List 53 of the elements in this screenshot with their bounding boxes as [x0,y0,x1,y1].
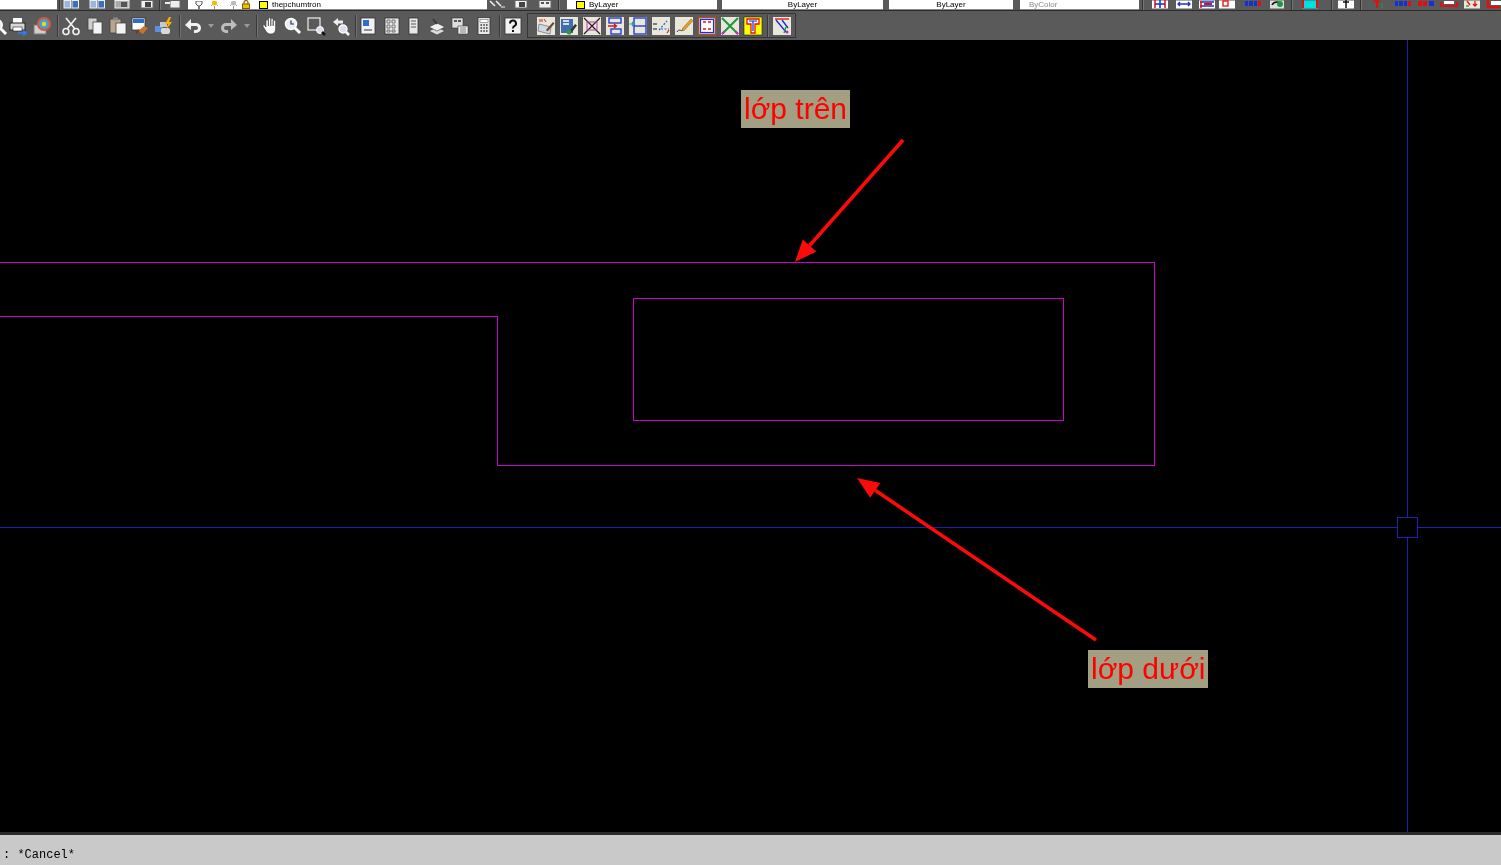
dashed-lines-icon[interactable] [651,15,671,36]
brush-icon[interactable] [559,15,579,36]
stacked-grid-icon[interactable] [450,15,470,36]
target-icon[interactable] [32,15,52,36]
document-icon[interactable] [137,0,157,10]
clipboard-icon[interactable] [108,15,128,36]
document-icon[interactable] [535,0,555,10]
property-dropdown[interactable]: ByLayer [889,0,1013,10]
paintbrush-icon[interactable] [130,15,150,36]
lines-icon[interactable] [487,0,507,10]
scissors-icon[interactable] [61,15,81,36]
lightning-icon[interactable] [154,15,174,36]
framed-box-icon[interactable] [697,15,717,36]
cross-icon[interactable] [720,15,740,36]
slanted-lines-icon[interactable] [772,15,792,36]
pen-icon[interactable] [536,15,556,36]
windows-icon[interactable] [87,0,107,10]
arrow-magnifier-icon[interactable] [331,15,351,36]
dropdown-field[interactable] [0,0,57,10]
callout-label: lớp dưới [1088,650,1209,688]
windows-icon[interactable] [61,0,81,10]
document-icon[interactable] [163,0,183,10]
funnel-icon[interactable] [195,0,203,9]
document-icon[interactable] [511,0,531,10]
calculator-icon[interactable] [474,15,494,36]
bracket-icon[interactable] [1439,0,1459,10]
panel-icon[interactable] [358,15,378,36]
double-arrow-icon[interactable] [1174,0,1194,10]
zoom-window-icon[interactable] [306,15,326,36]
corner-icon[interactable] [1485,0,1501,10]
copy-icon[interactable] [85,15,105,36]
pickbox-square [1397,517,1418,538]
bars-icon[interactable] [1300,0,1320,10]
zoom-icon[interactable] [283,15,303,36]
stripes-icon[interactable] [1197,0,1217,10]
square-icon[interactable] [1217,0,1237,10]
t-beam-icon[interactable] [743,15,763,36]
pin-icon[interactable] [229,0,238,9]
pin-icon[interactable] [210,0,219,9]
callout-label: lớp trên [741,90,851,128]
grid-icon[interactable] [382,15,402,36]
help-icon[interactable] [503,15,523,36]
lock-icon[interactable] [242,0,250,9]
crossed-tile-icon[interactable] [582,15,602,36]
pencil-icon[interactable] [674,15,694,36]
table-icon[interactable] [628,15,648,36]
property-dropdown[interactable]: ByLayer [722,0,883,10]
property-dropdown[interactable]: ByLayer [567,0,717,10]
layer-dropdown[interactable]: thepchumtron [188,0,487,10]
t-shape-icon[interactable] [1336,0,1356,10]
printer-icon[interactable] [8,15,28,36]
columns-icon[interactable] [1150,0,1170,10]
window-icon[interactable] [112,0,132,10]
